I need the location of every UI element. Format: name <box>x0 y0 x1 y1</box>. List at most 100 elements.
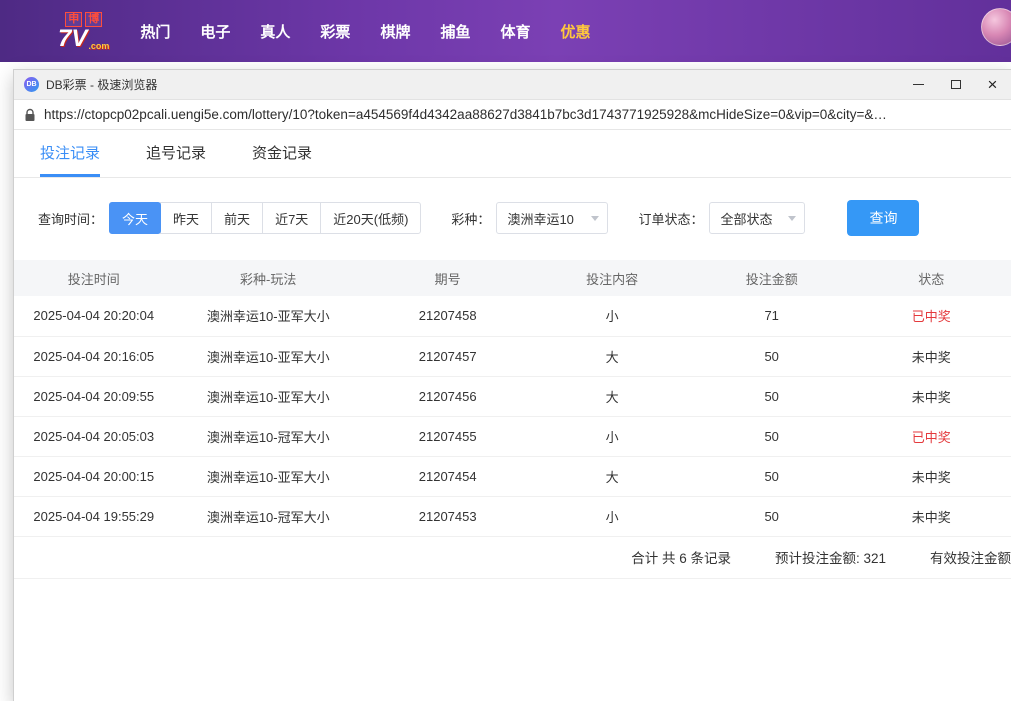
time-option-daybefore[interactable]: 前天 <box>211 202 263 234</box>
status-badge: 未中奖 <box>851 336 1011 376</box>
minimize-icon <box>913 84 924 85</box>
close-button[interactable]: × <box>974 70 1011 99</box>
site-nav: 热门 电子 真人 彩票 棋牌 捕鱼 体育 优惠 <box>125 21 605 42</box>
header-bet-time: 投注时间 <box>14 260 174 296</box>
game-type: 澳洲幸运10-亚军大小 <box>174 336 363 376</box>
browser-window: DB DB彩票 - 极速浏览器 × https://ctopcp02pcali.… <box>14 70 1011 701</box>
bet-records-table: 投注时间 彩种-玩法 期号 投注内容 投注金额 状态 2025-04-04 20… <box>14 260 1011 537</box>
bet-amount: 71 <box>692 296 852 336</box>
window-controls: × <box>900 70 1011 99</box>
bet-time: 2025-04-04 20:20:04 <box>14 296 174 336</box>
lottery-select[interactable]: 澳洲幸运10 <box>496 202 608 234</box>
close-icon: × <box>988 76 998 93</box>
issue-number: 21207456 <box>363 376 532 416</box>
logo-cn-right: 博 <box>85 12 102 27</box>
status-badge: 未中奖 <box>851 376 1011 416</box>
header-bet-amount: 投注金额 <box>692 260 852 296</box>
tab-bar: 投注记录 追号记录 资金记录 <box>14 130 1011 178</box>
bet-time: 2025-04-04 20:00:15 <box>14 456 174 496</box>
issue-number: 21207453 <box>363 496 532 536</box>
browser-app-icon: DB <box>24 77 39 92</box>
bet-time: 2025-04-04 19:55:29 <box>14 496 174 536</box>
issue-number: 21207455 <box>363 416 532 456</box>
bet-amount: 50 <box>692 336 852 376</box>
tab-bet-records[interactable]: 投注记录 <box>40 130 100 177</box>
header-bet-content: 投注内容 <box>532 260 692 296</box>
nav-item-live[interactable]: 真人 <box>260 21 290 42</box>
bet-amount: 50 <box>692 456 852 496</box>
minimize-button[interactable] <box>900 70 937 99</box>
table-header-row: 投注时间 彩种-玩法 期号 投注内容 投注金额 状态 <box>14 260 1011 296</box>
bet-content: 大 <box>532 376 692 416</box>
avatar[interactable] <box>981 8 1011 46</box>
lottery-select-value: 澳洲幸运10 <box>507 209 573 228</box>
filter-bar: 查询时间： 今天 昨天 前天 近7天 近20天(低频) 彩种： 澳洲幸运10 订… <box>38 200 987 236</box>
game-type: 澳洲幸运10-亚军大小 <box>174 296 363 336</box>
header-issue: 期号 <box>363 260 532 296</box>
summary-total: 合计 共 6 条记录 <box>631 547 731 567</box>
bet-content: 大 <box>532 456 692 496</box>
tab-chase-records[interactable]: 追号记录 <box>146 130 206 177</box>
time-option-7days[interactable]: 近7天 <box>262 202 321 234</box>
order-status-value: 全部状态 <box>720 209 772 228</box>
lock-icon <box>24 108 36 122</box>
maximize-icon <box>951 80 961 89</box>
order-status-select[interactable]: 全部状态 <box>709 202 805 234</box>
table-row: 2025-04-04 20:20:04 澳洲幸运10-亚军大小 21207458… <box>14 296 1011 336</box>
lottery-filter-label: 彩种： <box>451 209 490 228</box>
issue-number: 21207454 <box>363 456 532 496</box>
bet-content: 小 <box>532 416 692 456</box>
status-badge: 未中奖 <box>851 496 1011 536</box>
bet-content: 小 <box>532 296 692 336</box>
site-logo[interactable]: 申 博 7V .com <box>58 12 109 51</box>
maximize-button[interactable] <box>937 70 974 99</box>
chevron-down-icon <box>788 216 796 221</box>
time-filter-label: 查询时间： <box>38 209 103 228</box>
table-row: 2025-04-04 20:09:55 澳洲幸运10-亚军大小 21207456… <box>14 376 1011 416</box>
bet-time: 2025-04-04 20:09:55 <box>14 376 174 416</box>
url-text[interactable]: https://ctopcp02pcali.uengi5e.com/lotter… <box>44 107 887 122</box>
site-header: 申 博 7V .com 热门 电子 真人 彩票 棋牌 捕鱼 体育 优惠 <box>0 0 1011 62</box>
nav-item-promo[interactable]: 优惠 <box>560 21 590 42</box>
header-game-type: 彩种-玩法 <box>174 260 363 296</box>
bet-time: 2025-04-04 20:16:05 <box>14 336 174 376</box>
chevron-down-icon <box>591 216 599 221</box>
nav-item-fishing[interactable]: 捕鱼 <box>440 21 470 42</box>
nav-item-hot[interactable]: 热门 <box>140 21 170 42</box>
nav-item-lottery[interactable]: 彩票 <box>320 21 350 42</box>
game-type: 澳洲幸运10-亚军大小 <box>174 376 363 416</box>
window-title: DB彩票 - 极速浏览器 <box>46 76 900 93</box>
nav-item-cards[interactable]: 棋牌 <box>380 21 410 42</box>
time-option-20days[interactable]: 近20天(低频) <box>320 202 421 234</box>
game-type: 澳洲幸运10-冠军大小 <box>174 496 363 536</box>
logo-suffix: .com <box>88 42 109 51</box>
time-option-yesterday[interactable]: 昨天 <box>160 202 212 234</box>
time-filter-group: 今天 昨天 前天 近7天 近20天(低频) <box>109 202 421 234</box>
summary-expected-amount: 预计投注金额: 321 <box>775 547 886 567</box>
tab-fund-records[interactable]: 资金记录 <box>252 130 312 177</box>
game-type: 澳洲幸运10-亚军大小 <box>174 456 363 496</box>
bet-content: 大 <box>532 336 692 376</box>
logo-main: 7V .com <box>58 27 109 51</box>
search-button[interactable]: 查询 <box>847 200 919 236</box>
bet-amount: 50 <box>692 496 852 536</box>
time-option-today[interactable]: 今天 <box>109 202 161 234</box>
address-bar[interactable]: https://ctopcp02pcali.uengi5e.com/lotter… <box>14 100 1011 130</box>
header-status: 状态 <box>851 260 1011 296</box>
issue-number: 21207457 <box>363 336 532 376</box>
status-filter-label: 订单状态： <box>638 209 703 228</box>
bet-amount: 50 <box>692 416 852 456</box>
issue-number: 21207458 <box>363 296 532 336</box>
status-badge: 已中奖 <box>851 296 1011 336</box>
summary-bar: 合计 共 6 条记录 预计投注金额: 321 有效投注金额 <box>14 537 1011 579</box>
nav-item-slots[interactable]: 电子 <box>200 21 230 42</box>
game-type: 澳洲幸运10-冠军大小 <box>174 416 363 456</box>
nav-item-sports[interactable]: 体育 <box>500 21 530 42</box>
table-row: 2025-04-04 20:00:15 澳洲幸运10-亚军大小 21207454… <box>14 456 1011 496</box>
table-row: 2025-04-04 20:05:03 澳洲幸运10-冠军大小 21207455… <box>14 416 1011 456</box>
bet-time: 2025-04-04 20:05:03 <box>14 416 174 456</box>
logo-main-text: 7V <box>58 27 87 51</box>
summary-valid-amount: 有效投注金额 <box>930 547 1011 567</box>
status-badge: 未中奖 <box>851 456 1011 496</box>
window-titlebar[interactable]: DB DB彩票 - 极速浏览器 × <box>14 70 1011 100</box>
